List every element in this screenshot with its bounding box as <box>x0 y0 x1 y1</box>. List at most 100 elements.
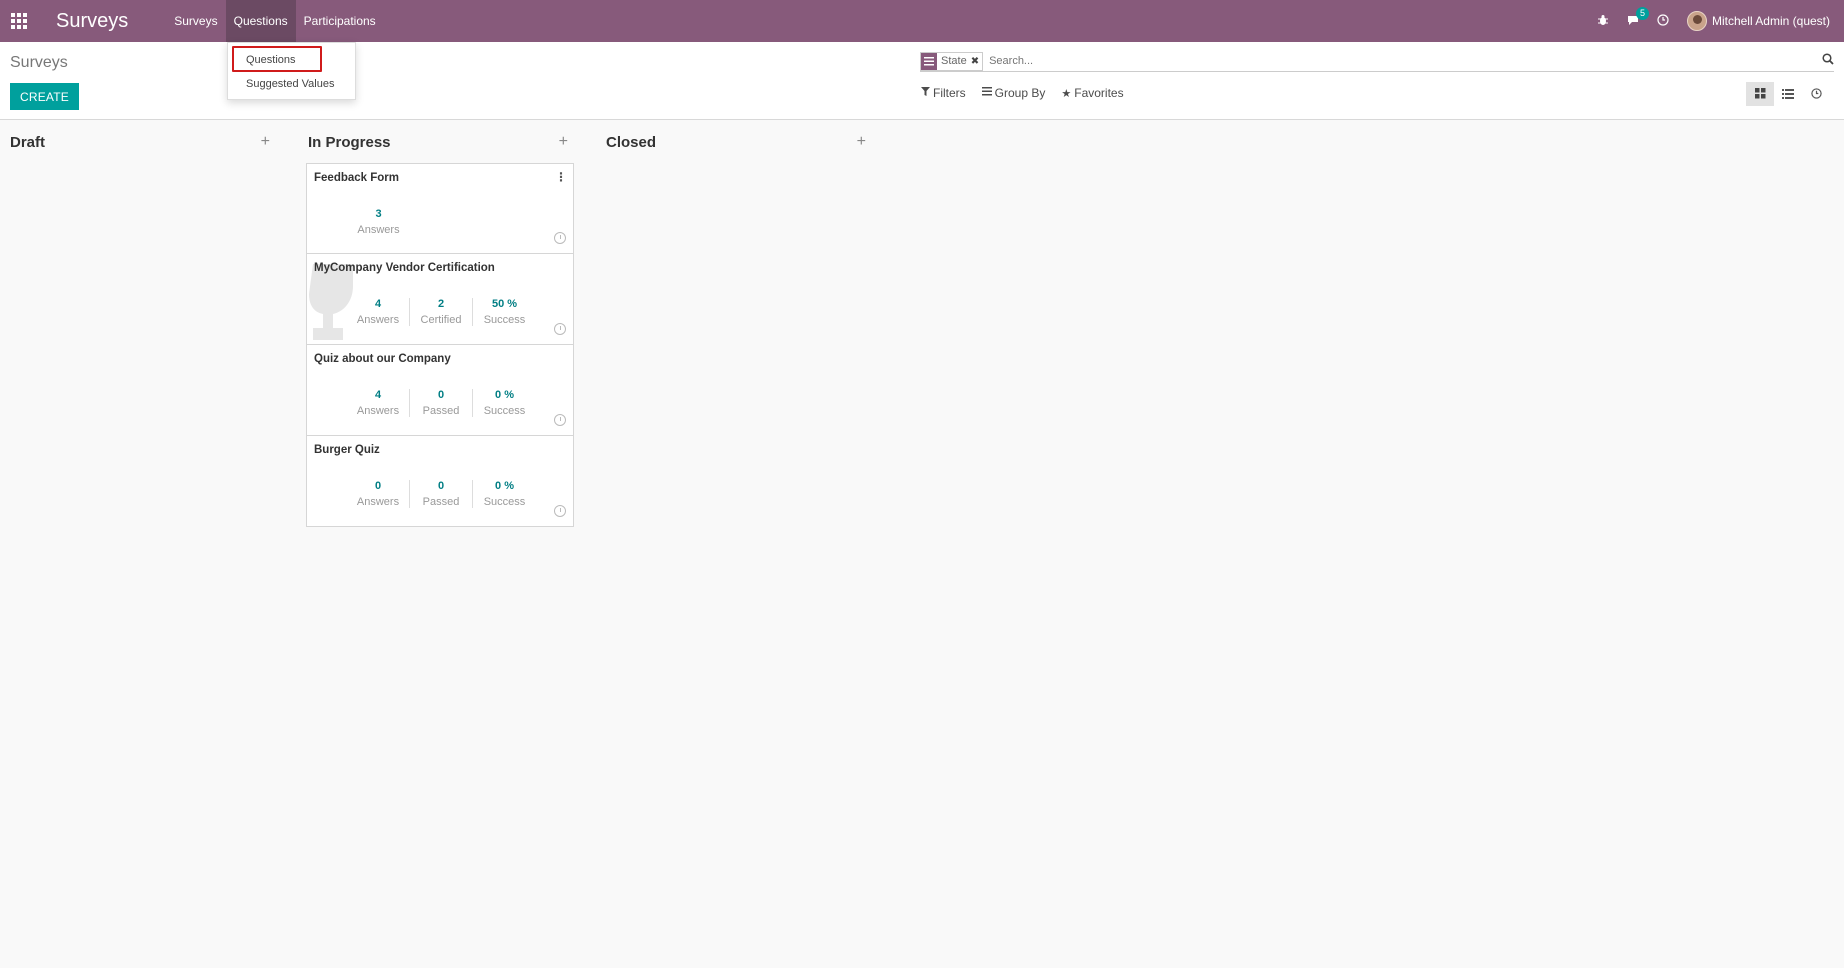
kanban-card[interactable]: Burger Quiz 0 Answers 0 Passed 0 % Succe… <box>306 436 574 527</box>
stat-value: 50 % <box>491 298 518 310</box>
stat-label: Success <box>483 405 526 417</box>
stat-value: 0 % <box>495 480 514 492</box>
stat-certified[interactable]: 2 Certified <box>410 298 473 326</box>
activity-view-button[interactable] <box>1802 82 1830 106</box>
column-title: In Progress <box>308 133 391 151</box>
stat-success[interactable]: 50 % Success <box>473 298 536 326</box>
kanban-card[interactable]: Feedback Form ⋮ 3 Answers <box>306 163 574 254</box>
search-bar: State ✖ <box>920 51 1834 72</box>
kanban-board: Draft + In Progress + Feedback Form ⋮ 3 … <box>0 121 1844 968</box>
stat-answers[interactable]: 0 Answers <box>347 480 410 508</box>
column-header: Closed + <box>596 121 876 163</box>
column-title: Closed <box>606 133 657 151</box>
kanban-column-draft: Draft + <box>0 121 280 163</box>
stat-label: Certified <box>420 314 462 326</box>
filter-icon <box>921 87 930 99</box>
stat-label: Success <box>483 496 526 508</box>
stat-label: Passed <box>422 405 460 417</box>
stat-value: 0 <box>437 480 445 492</box>
activity-view-icon <box>1810 87 1822 102</box>
kanban-view-button[interactable] <box>1746 82 1774 106</box>
search-input[interactable] <box>989 55 1834 67</box>
dropdown-item-suggested-values[interactable]: Suggested Values <box>228 78 355 90</box>
stat-answers[interactable]: 4 Answers <box>347 298 410 326</box>
card-title: MyCompany Vendor Certification <box>314 262 495 274</box>
stat-answers[interactable]: 4 Answers <box>347 389 410 417</box>
list-view-icon <box>1782 87 1794 102</box>
column-header: In Progress + <box>298 121 578 163</box>
stat-value: 4 <box>374 298 382 310</box>
kanban-column-closed: Closed + <box>596 121 876 163</box>
quick-create-icon[interactable]: + <box>857 133 866 151</box>
navbar-systray: 5 Mitchell Admin (quest) <box>1579 0 1830 42</box>
main-menu: Surveys Questions Participations <box>166 0 383 42</box>
menu-item-surveys[interactable]: Surveys <box>166 0 225 42</box>
view-switcher <box>1746 82 1830 106</box>
apps-menu-icon[interactable] <box>0 0 38 42</box>
card-dropdown-icon[interactable]: ⋮ <box>555 170 567 184</box>
group-by-icon <box>981 87 992 99</box>
filters-button[interactable]: Filters <box>921 86 966 100</box>
kanban-card[interactable]: MyCompany Vendor Certification 4 Answers… <box>306 254 574 345</box>
favorites-button[interactable]: ★ Favorites <box>1061 86 1123 100</box>
list-view-button[interactable] <box>1774 82 1802 106</box>
stat-value: 0 % <box>495 389 514 401</box>
messages-icon[interactable]: 5 <box>1627 6 1649 29</box>
avatar <box>1686 11 1707 31</box>
card-stats: 0 Answers 0 Passed 0 % Success <box>347 480 536 508</box>
stat-label: Answers <box>357 224 400 236</box>
column-header: Draft + <box>0 121 280 163</box>
app-brand[interactable]: Surveys <box>56 10 128 33</box>
breadcrumb: Surveys <box>10 54 68 71</box>
stat-label: Passed <box>422 496 460 508</box>
stat-success[interactable]: 0 % Success <box>473 389 536 417</box>
kanban-view-icon <box>1754 87 1766 102</box>
stat-value: 4 <box>374 389 382 401</box>
stat-label: Answers <box>356 405 400 417</box>
column-title: Draft <box>10 133 46 151</box>
search-options: Filters Group By ★ Favorites <box>921 86 1140 100</box>
activity-clock-icon[interactable] <box>554 414 566 426</box>
messages-badge: 5 <box>1635 6 1649 20</box>
facet-value: State <box>941 55 967 67</box>
stat-label: Answers <box>356 496 400 508</box>
stat-label: Answers <box>356 314 400 326</box>
bug-icon[interactable] <box>1597 14 1609 29</box>
card-stats: 3 Answers <box>347 208 410 236</box>
quick-create-icon[interactable]: + <box>559 133 568 151</box>
stat-value: 3 <box>375 208 382 220</box>
card-title: Feedback Form <box>314 172 399 184</box>
star-icon: ★ <box>1061 87 1072 100</box>
card-stats: 4 Answers 0 Passed 0 % Success <box>347 389 536 417</box>
kanban-card[interactable]: Quiz about our Company 4 Answers 0 Passe… <box>306 345 574 436</box>
favorites-label: Favorites <box>1074 86 1124 100</box>
stat-passed[interactable]: 0 Passed <box>410 389 473 417</box>
menu-item-participations[interactable]: Participations <box>296 0 384 42</box>
stat-answers[interactable]: 3 Answers <box>347 208 410 236</box>
stat-success[interactable]: 0 % Success <box>473 480 536 508</box>
quick-create-icon[interactable]: + <box>261 133 270 151</box>
group-by-button[interactable]: Group By <box>981 86 1046 100</box>
card-title: Burger Quiz <box>314 444 380 456</box>
dropdown-item-questions[interactable]: Questions <box>228 54 355 66</box>
activity-clock-icon[interactable] <box>554 323 566 335</box>
user-menu[interactable]: Mitchell Admin (quest) <box>1686 11 1830 31</box>
stat-label: Success <box>483 314 526 326</box>
stat-value: 0 <box>437 389 445 401</box>
questions-dropdown-menu: Questions Suggested Values <box>227 42 356 100</box>
stat-passed[interactable]: 0 Passed <box>410 480 473 508</box>
search-icon[interactable] <box>1822 53 1834 68</box>
user-name: Mitchell Admin (quest) <box>1711 14 1830 28</box>
stat-value: 0 <box>374 480 382 492</box>
stat-value: 2 <box>437 298 445 310</box>
menu-item-questions[interactable]: Questions <box>225 0 296 42</box>
activity-clock-icon[interactable] <box>554 505 566 517</box>
search-facet-state: State ✖ <box>920 51 984 71</box>
create-button[interactable]: CREATE <box>10 83 79 110</box>
activity-clock-icon[interactable] <box>554 232 566 244</box>
filters-label: Filters <box>933 86 966 100</box>
group-by-label: Group By <box>994 86 1046 100</box>
kanban-column-in-progress: In Progress + Feedback Form ⋮ 3 Answers … <box>298 121 578 527</box>
activity-clock-icon[interactable] <box>1657 13 1669 29</box>
facet-remove-icon[interactable]: ✖ <box>971 56 982 67</box>
